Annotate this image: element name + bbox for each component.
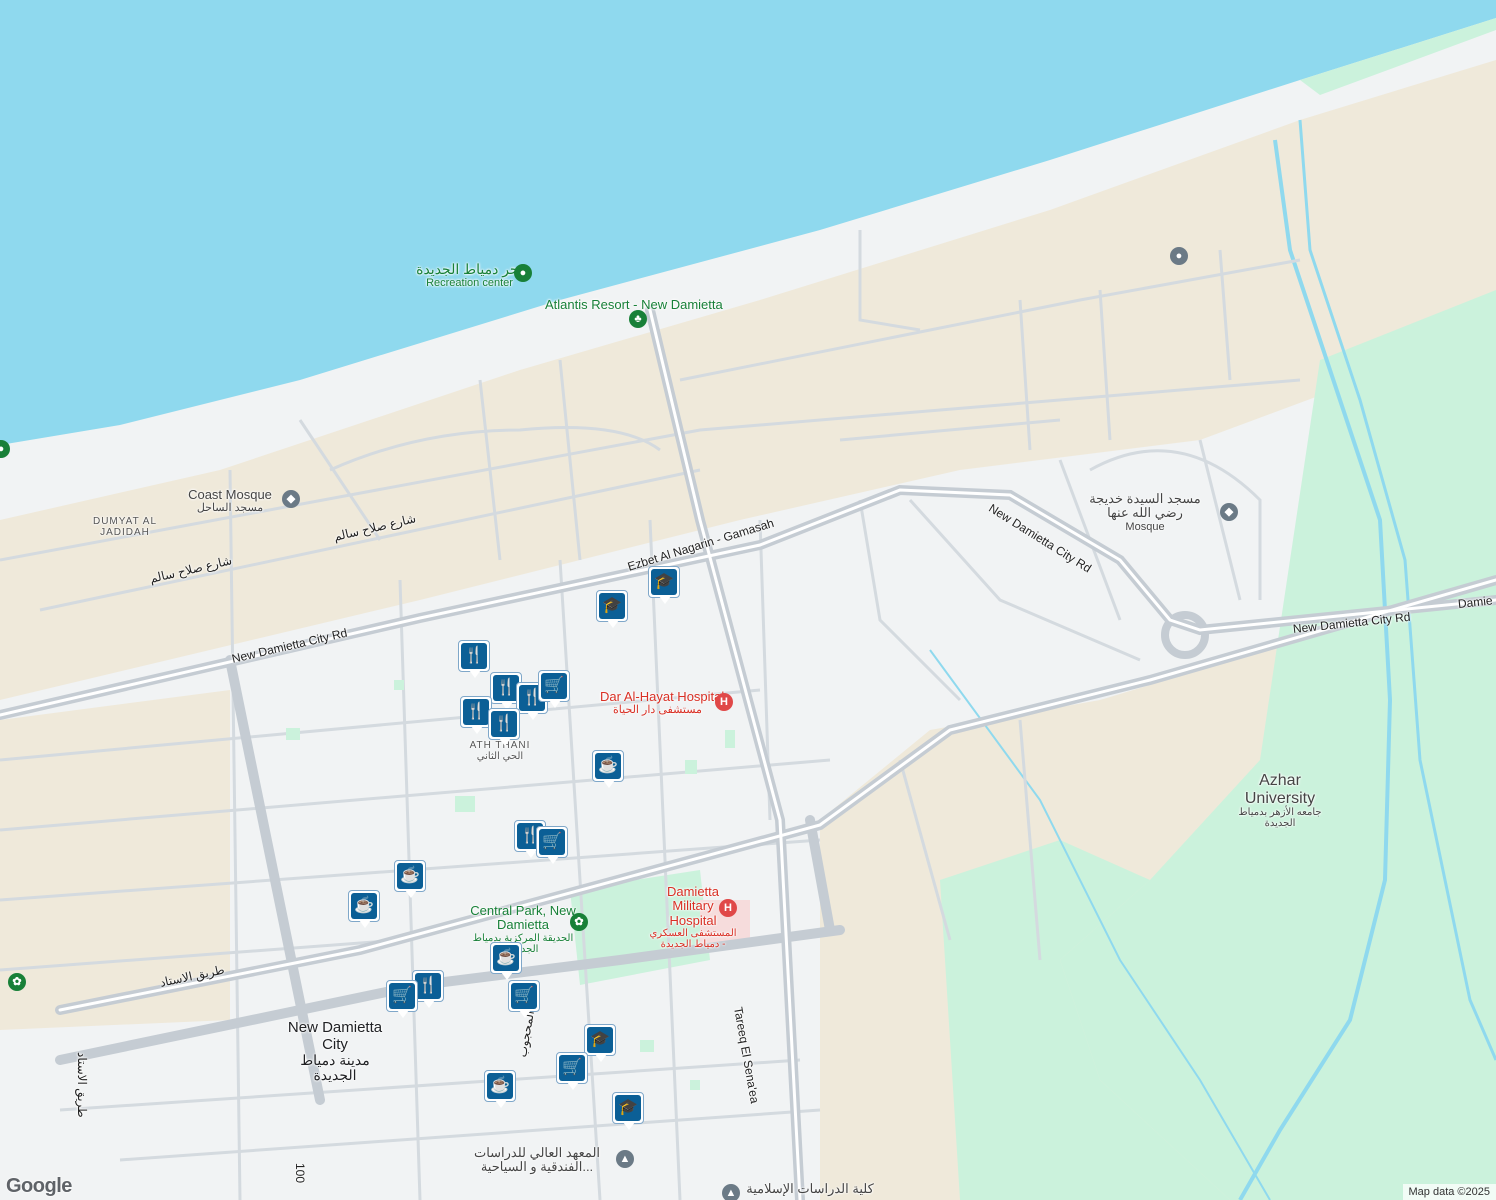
school-icon: 🎓 <box>587 1027 613 1053</box>
new-damietta-city-name: New Damietta City <box>287 1019 383 1053</box>
coast-mosque-label[interactable]: Coast Mosque مسجد الساحل <box>180 487 280 515</box>
mosque-icon-2[interactable]: ◆ <box>1220 503 1238 521</box>
park-tree-icon[interactable]: ♣ <box>629 310 647 328</box>
shopping-cart-pin[interactable]: 🛒 <box>538 670 572 710</box>
park-icon[interactable]: ✿ <box>570 913 588 931</box>
school-icon: 🎓 <box>599 593 625 619</box>
restaurant-icon: 🍴 <box>491 711 517 737</box>
school-icon: 🎓 <box>651 569 677 595</box>
sayeda-mosque-label[interactable]: مسجد السيدة خديجة رضي الله عنها Mosque <box>1075 491 1215 533</box>
ath-thani-sub: الحي الثاني <box>476 751 524 762</box>
hospital-icon[interactable]: H <box>715 693 733 711</box>
cafe-icon: ☕ <box>351 893 377 919</box>
dar-alhayat-sub: مستشفى دار الحياة <box>613 704 702 717</box>
sayeda-mosque-name: مسجد السيدة خديجة رضي الله عنها <box>1089 491 1201 521</box>
shopping-cart-pin[interactable]: 🛒 <box>556 1052 590 1092</box>
school-icon: 🎓 <box>615 1095 641 1121</box>
college-label[interactable]: كلية الدراسات الإسلامية <box>745 1181 875 1196</box>
cafe-icon: ☕ <box>595 753 621 779</box>
map-canvas[interactable]: بحر دمياط الجديدة Recreation center ● At… <box>0 0 1496 1200</box>
new-damietta-city-label[interactable]: New Damietta City مدينة دمياط الجديدة <box>280 1019 390 1084</box>
dar-alhayat-name: Dar Al-Hayat Hospital <box>600 689 725 704</box>
azhar-university-sub: جامعه الأزهر بدمياط الجديدة <box>1238 807 1322 830</box>
road-label-stadium-v: طريق الاستاد <box>75 1052 89 1118</box>
location-marker-icon[interactable]: ● <box>1170 247 1188 265</box>
school-icon-gray-2[interactable]: ▲ <box>722 1184 740 1200</box>
shopping-cart-icon: 🛒 <box>541 673 567 699</box>
central-park-name: Central Park, New Damietta <box>470 903 576 933</box>
shopping-cart-icon: 🛒 <box>559 1055 585 1081</box>
hospital-icon-2[interactable]: H <box>719 899 737 917</box>
shopping-cart-icon: 🛒 <box>389 983 415 1009</box>
cafe-pin[interactable]: ☕ <box>592 750 626 790</box>
dar-alhayat-label[interactable]: Dar Al-Hayat Hospital مستشفى دار الحياة <box>600 689 725 717</box>
dumyat-area-label: DUMYAT AL JADIDAH <box>92 516 157 538</box>
coast-mosque-sub: مسجد الساحل <box>196 502 264 515</box>
sayeda-mosque-sub: Mosque <box>1125 520 1165 533</box>
map-base-layer <box>0 0 1496 1200</box>
shopping-cart-pin[interactable]: 🛒 <box>508 980 542 1020</box>
cafe-icon: ☕ <box>397 863 423 889</box>
shopping-cart-icon: 🛒 <box>511 983 537 1009</box>
cafe-pin[interactable]: ☕ <box>348 890 382 930</box>
cafe-pin[interactable]: ☕ <box>484 1070 518 1110</box>
cafe-icon: ☕ <box>493 945 519 971</box>
google-logo: Google <box>6 1175 72 1197</box>
new-damietta-city-sub: مدينة دمياط الجديدة <box>300 1052 370 1084</box>
azhar-university-name: Azhar University <box>1244 772 1316 807</box>
coast-mosque-name: Coast Mosque <box>188 487 272 502</box>
military-hospital-sub: المستشفى العسكري - دمياط الجديدة <box>649 927 737 950</box>
restaurant-pin[interactable]: 🍴 <box>488 708 522 748</box>
restaurant-pin[interactable]: 🍴 <box>458 640 492 680</box>
school-pin[interactable]: 🎓 <box>648 566 682 606</box>
restaurant-icon: 🍴 <box>463 699 489 725</box>
shopping-cart-icon: 🛒 <box>539 829 565 855</box>
cafe-pin[interactable]: ☕ <box>394 860 428 900</box>
military-hospital-label[interactable]: Damietta Military Hospital المستشفى العس… <box>648 884 738 950</box>
recreation-icon[interactable]: ● <box>514 264 532 282</box>
institute-label[interactable]: المعهد العالي للدراسات الفندقية و السياح… <box>462 1145 612 1175</box>
road-label-100: 100 <box>293 1163 307 1184</box>
restaurant-icon: 🍴 <box>461 643 487 669</box>
mosque-icon[interactable]: ◆ <box>282 490 300 508</box>
shopping-cart-pin[interactable]: 🛒 <box>386 980 420 1020</box>
shopping-cart-pin[interactable]: 🛒 <box>536 826 570 866</box>
cafe-icon: ☕ <box>487 1073 513 1099</box>
school-pin[interactable]: 🎓 <box>596 590 630 630</box>
cafe-pin[interactable]: ☕ <box>490 942 524 982</box>
school-pin[interactable]: 🎓 <box>612 1092 646 1132</box>
azhar-university-label[interactable]: Azhar University جامعه الأزهر بدمياط الج… <box>1230 772 1330 829</box>
map-attribution[interactable]: Map data ©2025 <box>1402 1184 1496 1200</box>
school-icon-gray[interactable]: ▲ <box>616 1150 634 1168</box>
park-icon-west[interactable]: ✿ <box>8 973 26 991</box>
